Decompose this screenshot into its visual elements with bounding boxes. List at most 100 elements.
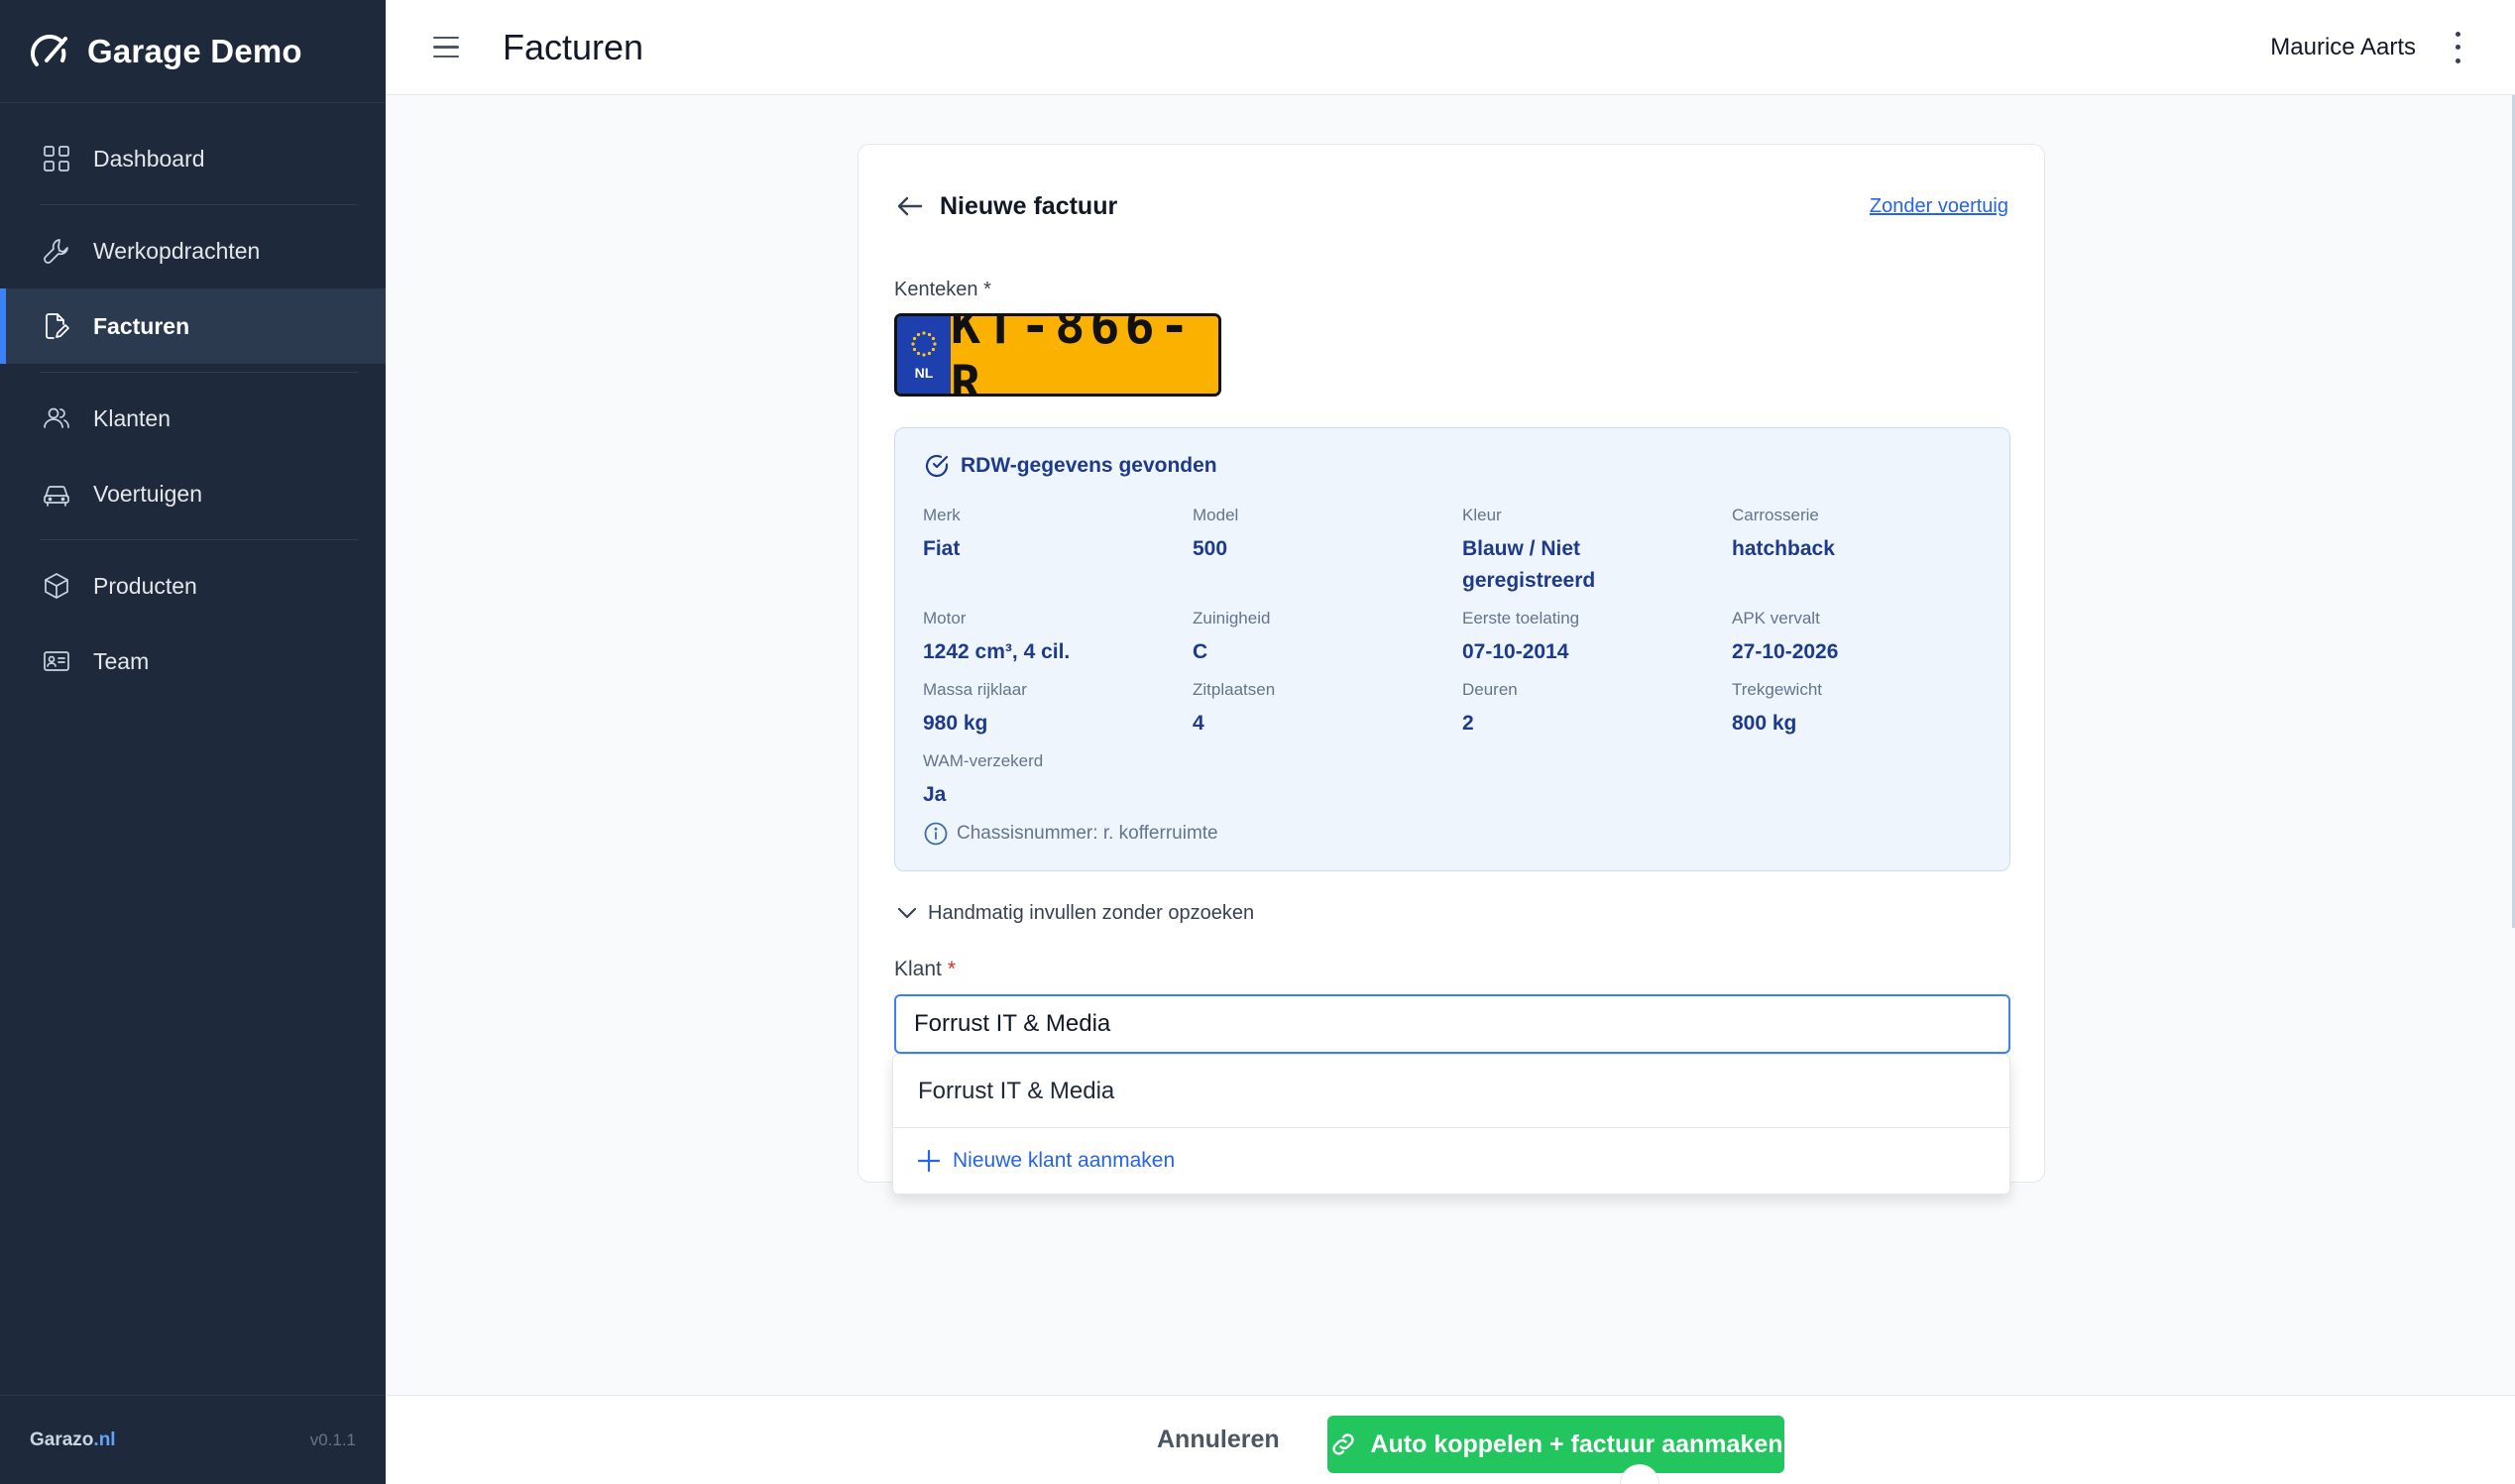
sidebar-item-label: Team	[93, 647, 150, 674]
new-customer-label: Nieuwe klant aanmaken	[953, 1149, 1176, 1172]
invoice-card: Nieuwe factuur Zonder voertuig Kenteken …	[857, 144, 2045, 1183]
app-name: Garage Demo	[87, 32, 302, 69]
chevron-down-icon	[897, 907, 917, 919]
footer-brand-main: Garazo	[30, 1428, 94, 1450]
sidebar-item-label: Facturen	[93, 312, 190, 339]
arrow-left-icon[interactable]	[894, 190, 926, 222]
sidebar-item-label: Werkopdrachten	[93, 237, 261, 264]
field-label: Zuinigheid	[1193, 609, 1271, 628]
rdw-field-apk-vervalt: APK vervalt 27-10-2026	[1732, 609, 1980, 668]
eu-stars-icon	[911, 331, 937, 357]
license-plate[interactable]: NL KT-866-R	[894, 313, 1221, 397]
rdw-field-kleur: Kleur Blauw / Niet geregistreerd	[1462, 506, 1641, 597]
info-icon	[924, 822, 948, 846]
rdw-field-wam: WAM-verzekerd Ja	[923, 751, 1171, 811]
user-name[interactable]: Maurice Aarts	[2270, 34, 2416, 61]
field-value: hatchback	[1732, 537, 1835, 560]
plate-eu-band: NL	[897, 316, 951, 394]
rdw-field-model: Model 500	[1193, 506, 1440, 565]
klant-dropdown: Forrust IT & Media Nieuwe klant aanmaken	[892, 1054, 2010, 1195]
no-vehicle-link[interactable]: Zonder voertuig	[1870, 195, 2008, 218]
sidebar-item-label: Producten	[93, 572, 197, 599]
footer-brand-tld: .nl	[93, 1428, 116, 1450]
manual-entry-toggle[interactable]: Handmatig invullen zonder opzoeken	[894, 900, 1254, 926]
sidebar-item-label: Klanten	[93, 404, 171, 431]
sidebar-item-label: Voertuigen	[93, 480, 202, 507]
speedometer-logo-icon	[31, 34, 67, 66]
field-value: Ja	[923, 783, 947, 806]
plus-icon	[917, 1149, 941, 1173]
field-value: 1242 cm³, 4 cil.	[923, 640, 1071, 663]
rdw-heading: RDW-gegevens gevonden	[923, 452, 1217, 480]
rdw-field-deuren: Deuren 2	[1462, 680, 1710, 740]
field-value: 2	[1462, 712, 1474, 735]
hamburger-menu-icon[interactable]	[433, 28, 473, 67]
field-value: 500	[1193, 537, 1228, 560]
field-label: Kleur	[1462, 506, 1502, 524]
field-label: WAM-verzekerd	[923, 751, 1044, 770]
plate-country: NL	[914, 365, 934, 381]
field-value: 980 kg	[923, 712, 988, 735]
rdw-field-zitplaatsen: Zitplaatsen 4	[1193, 680, 1440, 740]
sidebar-nav: Dashboard Werkopdrachten Facturen Klante…	[0, 103, 386, 699]
submit-button[interactable]: Auto koppelen + factuur aanmaken	[1327, 1416, 1784, 1473]
link-icon	[1332, 1433, 1355, 1455]
required-marker: *	[947, 958, 957, 980]
sidebar-item-facturen[interactable]: Facturen	[0, 288, 386, 364]
page-title: Facturen	[503, 26, 644, 67]
klant-label-text: Klant	[894, 958, 942, 980]
field-value: C	[1193, 640, 1208, 663]
klant-input[interactable]	[894, 994, 2010, 1054]
footer-brand[interactable]: Garazo.nl	[30, 1429, 116, 1451]
new-customer-option[interactable]: Nieuwe klant aanmaken	[893, 1128, 2009, 1194]
invoice-icon	[46, 313, 69, 339]
field-value: 800 kg	[1732, 712, 1797, 735]
sidebar: Garage Demo Dashboard Werkopdrachten Fac…	[0, 0, 386, 1484]
sidebar-item-dashboard[interactable]: Dashboard	[0, 121, 386, 196]
field-value: 27-10-2026	[1732, 640, 1839, 663]
manual-entry-label: Handmatig invullen zonder opzoeken	[928, 901, 1255, 924]
more-vertical-icon[interactable]	[2450, 31, 2465, 63]
kenteken-label: Kenteken *	[894, 279, 991, 300]
field-label: Merk	[923, 506, 961, 524]
rdw-panel: RDW-gegevens gevonden Merk Fiat Model 50…	[894, 427, 2010, 871]
topbar: Facturen Maurice Aarts	[386, 0, 2515, 95]
field-label: Eerste toelating	[1462, 609, 1580, 628]
nav-divider	[40, 539, 358, 540]
card-title: Nieuwe factuur	[940, 191, 1118, 220]
rdw-field-motor: Motor 1242 cm³, 4 cil.	[923, 609, 1171, 668]
field-label: Model	[1193, 506, 1239, 524]
rdw-heading-text: RDW-gegevens gevonden	[961, 454, 1217, 477]
field-label: Deuren	[1462, 680, 1518, 699]
grid-icon	[44, 146, 69, 171]
field-value: 07-10-2014	[1462, 640, 1569, 663]
nav-divider	[40, 372, 358, 373]
nav-divider	[40, 204, 358, 205]
field-value: Fiat	[923, 537, 961, 560]
sidebar-item-team[interactable]: Team	[0, 624, 386, 699]
cancel-button[interactable]: Annuleren	[1157, 1426, 1280, 1454]
card-header: Nieuwe factuur Zonder voertuig	[894, 186, 2008, 226]
sidebar-item-label: Dashboard	[93, 145, 205, 171]
rdw-field-carrosserie: Carrosserie hatchback	[1732, 506, 1980, 565]
submit-label: Auto koppelen + factuur aanmaken	[1370, 1429, 1783, 1458]
sidebar-item-producten[interactable]: Producten	[0, 548, 386, 624]
rdw-field-trekgewicht: Trekgewicht 800 kg	[1732, 680, 1980, 740]
users-icon	[44, 407, 69, 428]
chassis-note: Chassisnummer: r. kofferruimte	[923, 821, 1218, 847]
action-bar: Annuleren Auto koppelen + factuur aanmak…	[386, 1395, 2515, 1484]
field-label: Trekgewicht	[1732, 680, 1823, 699]
sidebar-item-voertuigen[interactable]: Voertuigen	[0, 456, 386, 531]
sidebar-item-werkopdrachten[interactable]: Werkopdrachten	[0, 213, 386, 288]
rdw-field-eerste-toelating: Eerste toelating 07-10-2014	[1462, 609, 1710, 668]
rdw-field-merk: Merk Fiat	[923, 506, 1171, 565]
field-label: Zitplaatsen	[1193, 680, 1276, 699]
rdw-field-massa: Massa rijklaar 980 kg	[923, 680, 1171, 740]
app-version: v0.1.1	[309, 1429, 356, 1449]
wrench-icon	[44, 239, 68, 264]
brand[interactable]: Garage Demo	[0, 0, 386, 103]
sidebar-item-klanten[interactable]: Klanten	[0, 381, 386, 456]
rdw-field-zuinigheid: Zuinigheid C	[1193, 609, 1440, 668]
field-value: Blauw / Niet geregistreerd	[1462, 537, 1596, 592]
dropdown-option[interactable]: Forrust IT & Media	[893, 1055, 2009, 1128]
